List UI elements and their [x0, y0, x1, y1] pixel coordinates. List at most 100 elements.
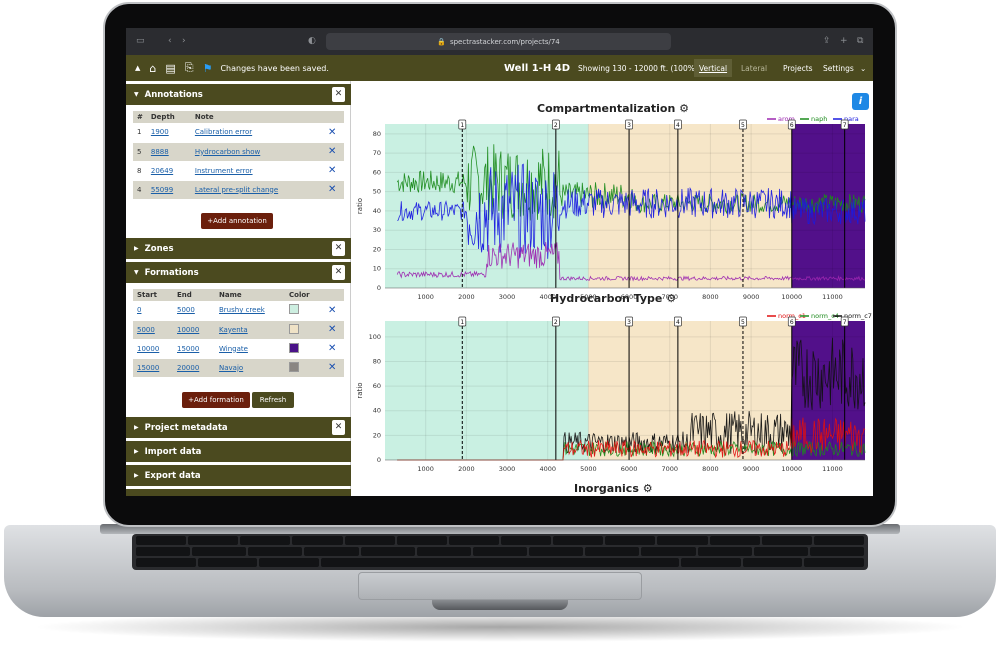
collapse-icon[interactable]: ▲ — [135, 64, 140, 72]
more-section-header[interactable] — [126, 489, 351, 496]
delete-icon[interactable]: ✕ — [324, 320, 344, 340]
delete-icon[interactable]: ✕ — [324, 161, 344, 181]
export-data-header[interactable]: ▶ Export data — [126, 465, 351, 486]
address-bar[interactable]: 🔒 spectrastacker.com/projects/74 — [326, 33, 671, 50]
annotation-number: 4 — [133, 180, 147, 200]
x-tick-label: 5000 — [580, 293, 597, 301]
y-tick-label: 40 — [373, 207, 381, 215]
table-row: 5000 10000 Kayenta ✕ — [133, 320, 344, 340]
compartmentalization-title: Compartmentalization ⚙ — [537, 102, 690, 115]
formation-end-link[interactable]: 15000 — [177, 345, 199, 353]
formation-start-link[interactable]: 5000 — [137, 326, 155, 334]
column-header: End — [173, 289, 215, 301]
formation-end-link[interactable]: 10000 — [177, 326, 199, 334]
back-icon[interactable]: ‹ — [168, 36, 172, 46]
formation-name-link[interactable]: Wingate — [219, 345, 248, 353]
annotation-depth-link[interactable]: 8888 — [151, 148, 169, 156]
x-tick-label: 6000 — [621, 293, 638, 301]
notebook-icon[interactable]: ▤ — [165, 62, 175, 75]
pdf-icon[interactable]: ⎘ — [185, 61, 194, 75]
y-axis-label: ratio — [356, 382, 364, 398]
depth-marker-label: 6 — [790, 122, 794, 129]
depth-marker-label: 6 — [790, 319, 794, 326]
color-swatch[interactable] — [289, 361, 299, 372]
formation-start-link[interactable]: 10000 — [137, 345, 159, 353]
zones-header[interactable]: ▶ Zones ✕ — [126, 238, 351, 259]
hydrocarbon-chart[interactable]: 1000 2000 3000 4000 5000 6000 7000 8000 9000 1000… — [352, 305, 873, 485]
gear-icon[interactable]: ⚙ — [679, 102, 689, 115]
import-data-title: Import data — [144, 446, 202, 457]
tab-projects[interactable]: Projects — [783, 64, 813, 73]
annotation-note-link[interactable]: Hydrocarbon show — [195, 148, 260, 156]
formation-name-link[interactable]: Navajo — [219, 364, 243, 372]
caret-down-icon: ▼ — [134, 91, 139, 98]
formation-name-link[interactable]: Brushy creek — [219, 306, 265, 314]
browser-toolbar: ▭ ‹ › ◐ 🔒 spectrastacker.com/projects/74… — [126, 28, 873, 55]
caret-down-icon: ▼ — [134, 269, 139, 276]
tab-settings[interactable]: Settings — [823, 64, 854, 73]
formation-name-link[interactable]: Kayenta — [219, 326, 248, 334]
formation-start-link[interactable]: 15000 — [137, 364, 159, 372]
table-row: 8 20649 Instrument error ✕ — [133, 161, 344, 181]
laptop-front-notch — [432, 600, 568, 610]
annotation-note-link[interactable]: Instrument error — [195, 167, 253, 175]
delete-icon[interactable]: ✕ — [324, 358, 344, 378]
zone-band-brushy — [385, 321, 589, 460]
delete-icon[interactable]: ✕ — [324, 301, 344, 321]
column-header: # — [133, 111, 147, 123]
depth-marker-label: 4 — [676, 319, 680, 326]
annotation-note-link[interactable]: Lateral pre-split change — [195, 186, 278, 194]
depth-marker-label: 4 — [676, 122, 680, 129]
formation-end-link[interactable]: 20000 — [177, 364, 199, 372]
sidebar-toggle-icon[interactable]: ▭ — [136, 36, 145, 46]
privacy-icon[interactable]: ◐ — [308, 36, 316, 46]
color-swatch[interactable] — [289, 323, 299, 334]
excel-export-icon[interactable]: ✕ — [332, 265, 345, 280]
formation-end-link[interactable]: 5000 — [177, 306, 195, 314]
delete-icon[interactable]: ✕ — [324, 180, 344, 200]
formation-start-link[interactable]: 0 — [137, 306, 141, 314]
compartmentalization-chart[interactable]: 1000 2000 3000 4000 5000 6000 7000 8000 9000 1000… — [352, 116, 873, 306]
excel-export-icon[interactable]: ✕ — [332, 420, 345, 435]
home-icon[interactable]: ⌂ — [149, 62, 156, 75]
share-icon[interactable]: ⇪ — [823, 36, 831, 46]
new-tab-icon[interactable]: + — [840, 36, 848, 46]
chevron-down-icon[interactable]: ⌄ — [860, 64, 866, 73]
color-swatch[interactable] — [289, 304, 299, 315]
import-data-header[interactable]: ▶ Import data — [126, 441, 351, 462]
annotations-header[interactable]: ▼ Annotations ✕ — [126, 84, 351, 105]
add-annotation-button[interactable]: +Add annotation — [201, 213, 273, 229]
excel-export-icon[interactable]: ✕ — [332, 241, 345, 256]
delete-icon[interactable]: ✕ — [324, 142, 344, 162]
color-swatch[interactable] — [289, 342, 299, 353]
project-metadata-header[interactable]: ▶ Project metadata ✕ — [126, 417, 351, 438]
depth-marker-label: 3 — [627, 122, 631, 129]
forward-icon[interactable]: › — [182, 36, 186, 46]
delete-icon[interactable]: ✕ — [324, 339, 344, 359]
depth-marker-label: 3 — [627, 319, 631, 326]
annotation-depth-link[interactable]: 55099 — [151, 186, 173, 194]
x-tick-label: 5000 — [580, 465, 597, 473]
y-tick-label: 0 — [377, 284, 381, 292]
annotation-depth-link[interactable]: 1900 — [151, 128, 169, 136]
annotation-note-link[interactable]: Calibration error — [195, 128, 252, 136]
add-formation-button[interactable]: +Add formation — [182, 392, 250, 408]
tab-lateral[interactable]: Lateral — [741, 64, 767, 73]
table-row: 15000 20000 Navajo ✕ — [133, 358, 344, 378]
tab-vertical[interactable]: Vertical — [694, 59, 733, 77]
x-tick-label: 10000 — [781, 465, 802, 473]
info-icon[interactable]: i — [852, 93, 869, 110]
annotation-depth-link[interactable]: 20649 — [151, 167, 173, 175]
trackpad — [358, 572, 642, 600]
refresh-button[interactable]: Refresh — [252, 392, 294, 408]
x-tick-label: 4000 — [539, 293, 556, 301]
y-tick-label: 40 — [373, 407, 381, 415]
excel-export-icon[interactable]: ✕ — [332, 87, 345, 102]
depth-marker-label: 7 — [843, 319, 847, 326]
y-tick-label: 80 — [373, 130, 381, 138]
depth-marker-label: 2 — [554, 122, 558, 129]
well-title: Well 1-H 4D — [504, 63, 571, 74]
delete-icon[interactable]: ✕ — [324, 123, 344, 143]
formations-header[interactable]: ▼ Formations ✕ — [126, 262, 351, 283]
tabs-overview-icon[interactable]: ⧉ — [857, 36, 863, 46]
